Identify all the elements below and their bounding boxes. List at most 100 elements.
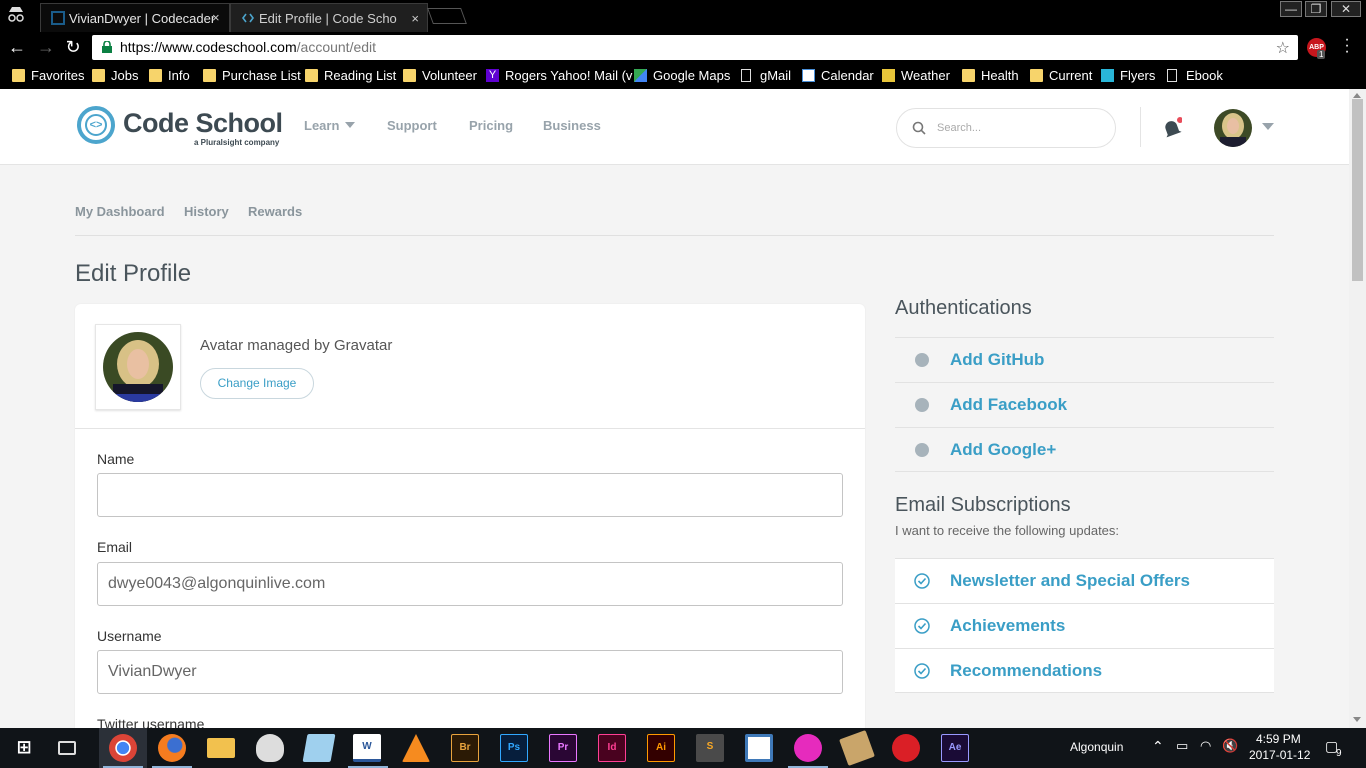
browser-tab-edit-profile[interactable]: Edit Profile | Code Scho × <box>230 3 428 32</box>
add-google-plus-link[interactable]: Add Google+ <box>895 427 1274 472</box>
bookmark-label: Volunteer <box>422 68 477 83</box>
taskbar-firefox-icon[interactable] <box>158 734 186 762</box>
taskbar-bracket-app-icon[interactable] <box>745 734 773 762</box>
bookmark-ebook[interactable]: Ebook <box>1167 66 1223 85</box>
scrollbar-thumb[interactable] <box>1352 99 1363 281</box>
clock-time[interactable]: 4:59 PM <box>1256 732 1301 746</box>
scroll-down-arrow-icon[interactable] <box>1353 717 1361 722</box>
bookmark-volunteer[interactable]: Volunteer <box>403 66 477 85</box>
bookmark-flyers[interactable]: Flyers <box>1101 66 1155 85</box>
header-divider <box>1140 107 1141 147</box>
check-circle-icon <box>914 663 930 679</box>
scroll-up-arrow-icon[interactable] <box>1353 93 1361 98</box>
chevron-down-icon[interactable] <box>1262 123 1274 130</box>
forward-arrow-icon[interactable]: → <box>35 36 57 58</box>
taskbar-notepad-icon[interactable] <box>302 734 336 762</box>
taskbar-vlc-icon[interactable] <box>402 734 430 762</box>
subscription-achievements[interactable]: Achievements <box>895 603 1274 648</box>
search-input[interactable] <box>937 119 1097 137</box>
change-image-button[interactable]: Change Image <box>200 368 314 399</box>
yahoo-icon: Y <box>486 69 499 82</box>
notification-bell-icon[interactable] <box>1162 117 1182 139</box>
taskbar-premiere-icon[interactable]: Pr <box>549 734 577 762</box>
taskbar-chrome-icon[interactable] <box>109 734 137 762</box>
email-field[interactable] <box>97 562 843 606</box>
taskbar-illustrator-icon[interactable]: Ai <box>647 734 675 762</box>
bookmark-label: Rogers Yahoo! Mail (v <box>505 68 633 83</box>
restore-button[interactable]: ❐ <box>1301 0 1331 20</box>
flyers-icon <box>1101 69 1114 82</box>
code-school-logo-icon[interactable]: <> <box>77 106 115 144</box>
taskbar-after-effects-icon[interactable]: Ae <box>941 734 969 762</box>
username-field[interactable] <box>97 650 843 694</box>
subnav-rewards[interactable]: Rewards <box>248 204 302 219</box>
bookmark-info[interactable]: Info <box>149 66 190 85</box>
back-arrow-icon[interactable]: ← <box>6 36 28 58</box>
bookmark-favorites[interactable]: Favorites <box>12 66 84 85</box>
folder-icon <box>305 69 318 82</box>
bookmark-weather[interactable]: Weather <box>882 66 950 85</box>
bookmark-calendar[interactable]: Calendar <box>802 66 874 85</box>
add-github-link[interactable]: Add GitHub <box>895 337 1274 382</box>
bookmark-label: Health <box>981 68 1019 83</box>
taskbar-sublime-icon[interactable]: S <box>696 734 724 762</box>
tab-close-icon[interactable]: × <box>212 3 220 32</box>
bookmark-health[interactable]: Health <box>962 66 1019 85</box>
user-avatar[interactable] <box>1214 109 1252 147</box>
bookmark-jobs[interactable]: Jobs <box>92 66 138 85</box>
subnav-history[interactable]: History <box>184 204 229 219</box>
profile-form-card: Avatar managed by Gravatar Change Image … <box>75 304 865 729</box>
bookmark-google-maps[interactable]: Google Maps <box>634 66 730 85</box>
taskbar-word-icon[interactable]: W <box>353 734 381 762</box>
search-icon <box>912 121 926 135</box>
taskbar-creative-cloud-icon[interactable] <box>892 734 920 762</box>
bookmark-rogers-yahoo-mail-v[interactable]: Y Rogers Yahoo! Mail (v <box>486 66 632 85</box>
subscription-recommendations[interactable]: Recommendations <box>895 648 1274 693</box>
folder-icon <box>149 69 162 82</box>
tab-close-icon[interactable]: × <box>411 4 419 32</box>
nav-support[interactable]: Support <box>387 118 437 133</box>
nav-business[interactable]: Business <box>543 118 601 133</box>
chevron-down-icon <box>345 122 356 128</box>
folder-icon <box>12 69 25 82</box>
bookmark-purchase-list[interactable]: Purchase List <box>203 66 301 85</box>
bookmark-star-icon[interactable]: ☆ <box>1276 38 1290 58</box>
logo-text[interactable]: Code School <box>123 108 283 139</box>
taskbar-file-explorer-icon[interactable] <box>207 738 235 758</box>
chrome-menu-icon[interactable]: · · · <box>1340 32 1354 60</box>
nav-learn[interactable]: Learn <box>304 118 356 133</box>
battery-icon[interactable]: ▭ <box>1176 738 1188 754</box>
taskbar-start-icon[interactable]: ⊞ <box>10 734 38 762</box>
taskbar-paint-icon[interactable] <box>256 734 284 762</box>
name-field[interactable] <box>97 473 843 517</box>
browser-tab-codecademy[interactable]: VivianDwyer | Codecader <box>40 3 230 32</box>
taskbar-bridge-icon[interactable]: Br <box>451 734 479 762</box>
tray-chevron-up-icon[interactable]: ⌃ <box>1152 738 1164 755</box>
wifi-icon[interactable]: ◠ <box>1200 738 1211 754</box>
page-scrollbar[interactable] <box>1349 89 1366 729</box>
taskbar-scroll-app-icon[interactable] <box>839 730 875 766</box>
nav-pricing[interactable]: Pricing <box>469 118 513 133</box>
bookmark-gmail[interactable]: gMail <box>741 66 791 85</box>
taskbar-task-view-icon[interactable] <box>58 741 76 755</box>
reload-icon[interactable]: ↻ <box>62 36 84 58</box>
new-tab-button[interactable] <box>427 8 467 24</box>
bookmark-current[interactable]: Current <box>1030 66 1092 85</box>
clock-date[interactable]: 2017-01-12 <box>1249 748 1310 762</box>
address-bar[interactable]: https://www.codeschool.com/account/edit … <box>92 35 1298 60</box>
logo-tagline: a Pluralsight company <box>194 138 280 147</box>
bookmark-reading-list[interactable]: Reading List <box>305 66 396 85</box>
subscription-newsletter[interactable]: Newsletter and Special Offers <box>895 558 1274 603</box>
taskbar-indesign-icon[interactable]: Id <box>598 734 626 762</box>
add-facebook-link[interactable]: Add Facebook <box>895 382 1274 427</box>
close-window-button[interactable]: ✕ <box>1328 0 1364 20</box>
url-text: https://www.codeschool.com/account/edit <box>120 39 377 55</box>
authentications-heading: Authentications <box>895 297 1032 319</box>
subnav-my-dashboard[interactable]: My Dashboard <box>75 204 165 219</box>
folder-icon <box>403 69 416 82</box>
volume-muted-icon[interactable]: 🔇 <box>1222 738 1238 754</box>
folder-icon <box>962 69 975 82</box>
taskbar-wamp-icon[interactable] <box>794 734 822 762</box>
name-label: Name <box>97 451 135 467</box>
taskbar-photoshop-icon[interactable]: Ps <box>500 734 528 762</box>
